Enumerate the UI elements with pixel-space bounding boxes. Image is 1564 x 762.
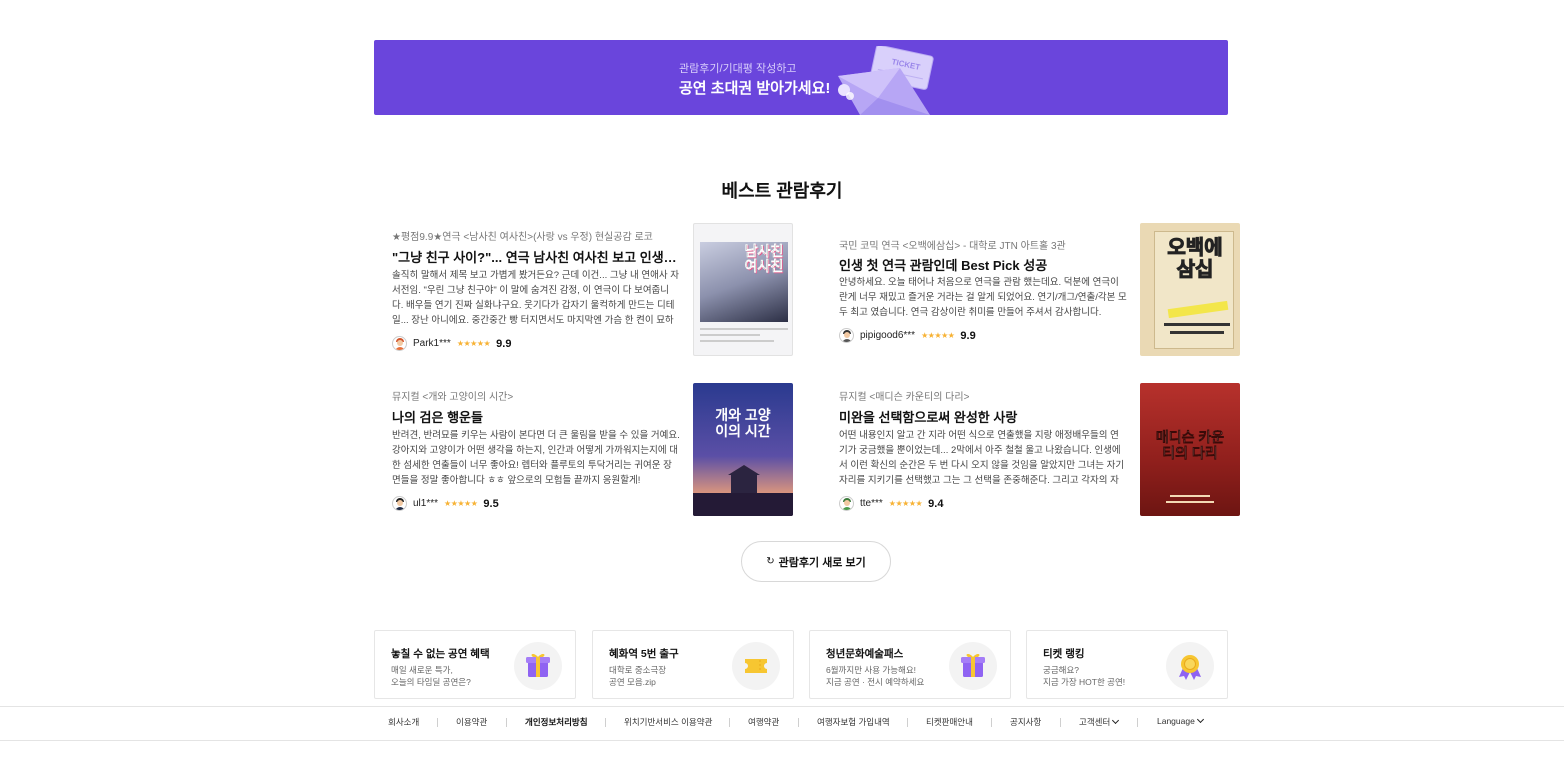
footer-language-label: Language: [1157, 716, 1195, 726]
refresh-button-label: 관람후기 새로 보기: [778, 556, 866, 569]
ticket-icon: [732, 642, 780, 690]
review-meta: 뮤지컬 <매디슨 카운티의 다리>: [839, 392, 970, 403]
poster-title: 개와 고양이의 시간: [715, 407, 771, 439]
footer-separator: [1137, 718, 1138, 727]
rating-score: 9.9: [960, 329, 976, 342]
avatar: [839, 496, 854, 511]
review-poster[interactable]: 매디슨 카운티의 다리: [1140, 383, 1240, 516]
review-poster[interactable]: 오백에 삼십: [1140, 223, 1240, 356]
review-title: 미완을 선택함으로써 완성한 사랑: [839, 410, 1018, 425]
footer-link-notice[interactable]: 공지사항: [1010, 716, 1041, 728]
rating-stars: ★★★★★: [888, 499, 923, 508]
banner-subtitle: 관람후기/기대평 작성하고: [679, 63, 797, 75]
poster-title: 매디슨 카운티의 다리: [1155, 429, 1225, 462]
review-meta: 뮤지컬 <개와 고양이의 시간>: [392, 392, 514, 403]
footer-link-terms[interactable]: 이용약관: [456, 716, 487, 728]
footer-customer-center-label: 고객센터: [1079, 717, 1111, 727]
review-username: tte***: [860, 498, 883, 509]
footer-separator: [605, 718, 606, 727]
footer-customer-center-dropdown[interactable]: 고객센터: [1079, 716, 1120, 728]
rating-score: 9.9: [496, 337, 512, 350]
medal-icon: [1166, 642, 1214, 690]
footer-separator: [798, 718, 799, 727]
ticket-envelope-icon: TICKET: [838, 46, 934, 115]
rating-stars: ★★★★★: [444, 499, 478, 508]
footer-link-ticket-sales[interactable]: 티켓판매안내: [926, 716, 973, 728]
promo-card-youth-pass[interactable]: 청년문화예술패스 6월까지만 사용 가능해요! 지금 공연 · 전시 예약하세요: [809, 630, 1011, 699]
promo-desc: 대학로 중소극장 공연 모음.zip: [609, 665, 667, 687]
poster-title: 오백에 삼십: [1167, 237, 1223, 282]
refresh-icon: ↻: [766, 556, 775, 567]
chevron-down-icon: [1112, 716, 1120, 725]
footer-nav: 회사소개 이용약관 개인정보처리방침 위치기반서비스 이용약관 여행약관 여행자…: [374, 715, 1228, 730]
avatar: [392, 336, 407, 351]
review-body: 어떤 내용인지 알고 간 지라 어떤 식으로 연출했을 지랑 애정배우들의 연기…: [839, 430, 1125, 486]
footer-link-travel-terms[interactable]: 여행약관: [748, 716, 779, 728]
promo-desc: 궁금해요? 지금 가장 HOT한 공연!: [1043, 665, 1126, 687]
gift-icon: [514, 642, 562, 690]
chevron-down-icon: [1196, 715, 1204, 724]
footer-link-location-terms[interactable]: 위치기반서비스 이용약관: [624, 716, 712, 728]
footer-link-travel-insurance[interactable]: 여행자보험 가입내역: [817, 716, 890, 728]
review-title: "그냥 친구 사이?"... 연극 남사친 여사친 보고 인생 돌아봄: [392, 250, 680, 265]
review-username: Park1***: [413, 338, 451, 349]
rating-score: 9.4: [928, 497, 944, 510]
footer-separator: [907, 718, 908, 727]
review-user: pipigood6*** ★★★★★ 9.9: [839, 328, 976, 343]
section-title: 베스트 관람후기: [721, 181, 843, 201]
rating-stars: ★★★★★: [921, 331, 955, 340]
promo-title: 티켓 랭킹: [1043, 648, 1085, 660]
footer-separator: [729, 718, 730, 727]
review-title: 나의 검은 행운들: [392, 410, 483, 425]
banner-title: 공연 초대권 받아가세요!: [679, 80, 831, 97]
promo-title: 청년문화예술패스: [826, 648, 904, 660]
promo-card-benefits[interactable]: 놓칠 수 없는 공연 혜택 매일 새로운 특가, 오늘의 타임딜 공연은?: [374, 630, 576, 699]
review-poster[interactable]: 남사친 여사친: [693, 223, 793, 356]
footer-divider: [0, 706, 1564, 707]
review-poster[interactable]: 개와 고양이의 시간: [693, 383, 793, 516]
footer-separator: [1060, 718, 1061, 727]
footer-link-company[interactable]: 회사소개: [388, 716, 419, 728]
rating-stars: ★★★★★: [456, 339, 491, 348]
review-card[interactable]: 국민 코믹 연극 <오백에삼십> - 대학로 JTN 아트홀 3관 인생 첫 연…: [839, 223, 1564, 357]
review-meta: ★평점9.9★연극 <남사친 여사친>(사랑 vs 우정) 현실공감 로코: [392, 232, 653, 243]
promo-card-hyehwa[interactable]: 혜화역 5번 출구 대학로 중소극장 공연 모음.zip: [592, 630, 794, 699]
avatar: [839, 328, 854, 343]
footer-divider: [0, 740, 1564, 741]
review-body: 안녕하세요. 오늘 태어나 처음으로 연극을 관람 했는데요. 덕분에 연극이란…: [839, 277, 1127, 318]
footer-separator: [991, 718, 992, 727]
refresh-reviews-button[interactable]: ↻ 관람후기 새로 보기: [741, 541, 891, 582]
promo-title: 놓칠 수 없는 공연 혜택: [391, 648, 490, 660]
review-meta: 국민 코믹 연극 <오백에삼십> - 대학로 JTN 아트홀 3관: [839, 241, 1066, 252]
review-card[interactable]: 뮤지컬 <매디슨 카운티의 다리> 미완을 선택함으로써 완성한 사랑 어떤 내…: [839, 383, 1564, 517]
footer-separator: [437, 718, 438, 727]
footer-separator: [506, 718, 507, 727]
promo-desc: 매일 새로운 특가, 오늘의 타임딜 공연은?: [391, 665, 471, 687]
review-user: tte*** ★★★★★ 9.4: [839, 496, 943, 511]
review-user: ul1*** ★★★★★ 9.5: [392, 496, 499, 511]
gift-icon: [949, 642, 997, 690]
promo-banner[interactable]: 관람후기/기대평 작성하고 공연 초대권 받아가세요! TICKET: [374, 40, 1228, 115]
promo-card-ticket-ranking[interactable]: 티켓 랭킹 궁금해요? 지금 가장 HOT한 공연!: [1026, 630, 1228, 699]
promo-desc: 6월까지만 사용 가능해요! 지금 공연 · 전시 예약하세요: [826, 665, 925, 687]
promo-title: 혜화역 5번 출구: [609, 648, 679, 660]
review-title: 인생 첫 연극 관람인데 Best Pick 성공: [839, 258, 1048, 273]
review-body: 솔직히 말해서 제목 보고 가볍게 봤거든요? 근데 이건... 그냥 내 연애…: [392, 270, 679, 326]
review-body: 반려견, 반려묘를 키우는 사람이 본다면 더 큰 울림을 받을 수 있을 거예…: [392, 430, 680, 486]
footer-language-dropdown[interactable]: Language: [1157, 715, 1204, 726]
review-username: ul1***: [413, 498, 439, 509]
review-user: Park1*** ★★★★★ 9.9: [392, 336, 511, 351]
footer-link-privacy[interactable]: 개인정보처리방침: [525, 716, 588, 728]
review-username: pipigood6***: [860, 330, 916, 341]
rating-score: 9.5: [483, 497, 499, 510]
poster-title: 남사친 여사친: [744, 243, 784, 274]
avatar: [392, 496, 407, 511]
